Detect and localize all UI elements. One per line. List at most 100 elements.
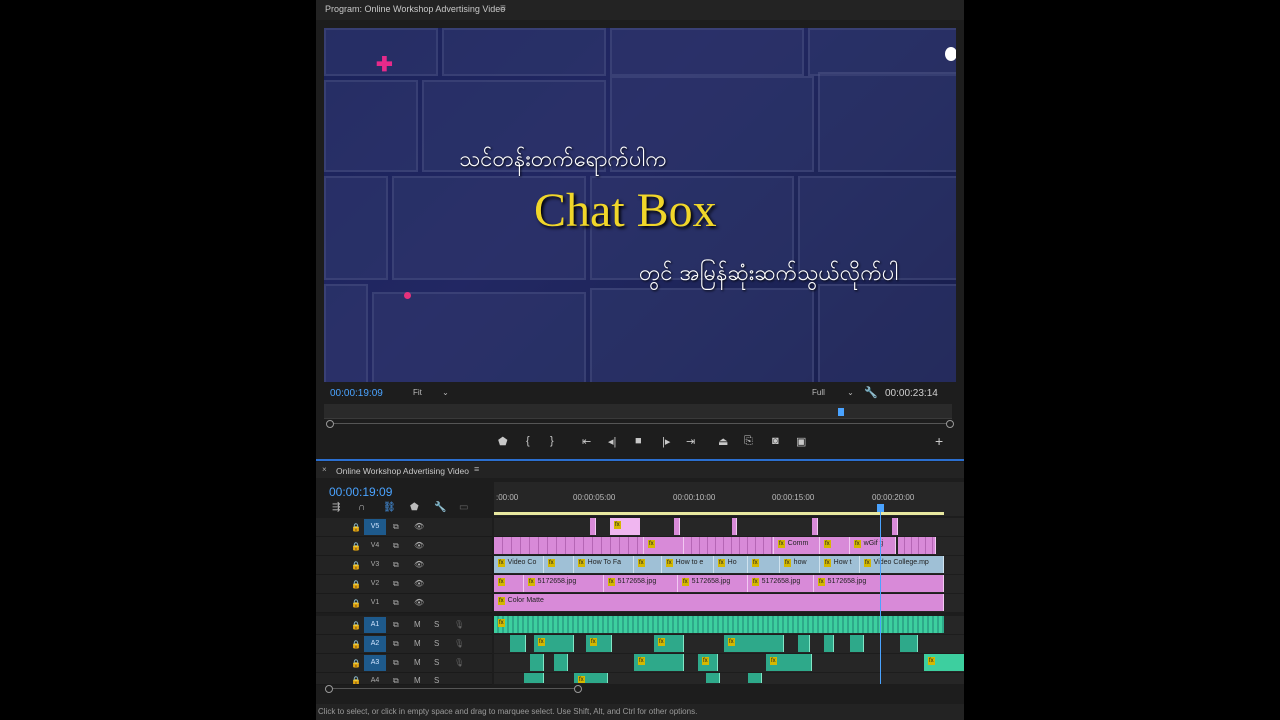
sync-lock-icon[interactable]: ⧉ [393,522,399,532]
solo-button[interactable]: S [434,639,439,648]
audio-clip[interactable] [798,635,810,652]
lock-icon[interactable]: 🔒 [351,659,361,668]
sync-lock-icon[interactable]: ⧉ [393,598,399,608]
clip[interactable] [674,518,680,535]
audio-clip[interactable]: fx [494,616,944,633]
lift-icon[interactable]: ⏏ [718,435,728,448]
clip[interactable]: fx how [780,556,820,573]
clip[interactable]: fx 5172658.jpg [814,575,944,592]
solo-button[interactable]: S [434,658,439,667]
extract-icon[interactable]: ⎘ [744,435,753,448]
mute-button[interactable]: M [414,620,421,629]
sync-lock-icon[interactable]: ⧉ [393,639,399,649]
audio-clip[interactable]: fx [586,635,612,652]
lane-v5[interactable]: fx [494,518,964,536]
add-marker-icon[interactable]: ⬟ [498,435,508,448]
audio-clip[interactable] [850,635,864,652]
audio-clip[interactable] [824,635,834,652]
clip[interactable]: fx Video Co [494,556,544,573]
track-target-a3[interactable]: A3 [364,655,386,671]
audio-clip[interactable] [554,654,568,671]
lane-a2[interactable]: fx fx fx fx [494,635,964,653]
eye-icon[interactable]: 👁 [414,541,424,550]
eye-icon[interactable]: 👁 [414,522,424,531]
timeline-menu-icon[interactable]: ≡ [474,464,479,474]
sync-lock-icon[interactable]: ⧉ [393,541,399,551]
audio-clip[interactable] [510,635,526,652]
lane-a3[interactable]: fx fx fx fx [494,654,964,672]
clip[interactable]: fx Color Matte [494,594,944,611]
insert-nest-icon[interactable]: ⇶ [332,502,340,513]
eye-icon[interactable]: 👁 [414,560,424,569]
lane-a1[interactable]: fx [494,616,964,634]
step-forward-icon[interactable]: |▸ [662,435,670,448]
work-area-bar[interactable] [494,512,944,515]
clip[interactable]: fx [644,537,684,554]
scroll-handle-left[interactable] [325,685,333,693]
track-target-v1[interactable]: V1 [364,595,386,611]
track-area[interactable]: 🔒 V5 ⧉ 👁 🔒 V4 ⧉ 👁 🔒 V3 ⧉ 👁 🔒 V2 ⧉ 👁 🔒 V1… [316,516,964,685]
clip[interactable] [892,518,898,535]
lane-v4[interactable]: fx fx Comm fx fx wGif tj [494,537,964,555]
clip[interactable] [684,537,774,554]
scroll-handle-left[interactable] [326,420,334,428]
program-monitor-title[interactable]: Program: Online Workshop Advertising Vid… [325,4,505,14]
clip[interactable] [494,537,644,554]
lock-icon[interactable]: 🔒 [351,542,361,551]
panel-divider[interactable] [316,459,964,461]
program-playhead[interactable] [838,408,844,416]
mark-out-icon[interactable]: } [550,435,554,447]
clip[interactable]: fx How t [820,556,860,573]
scroll-handle-right[interactable] [574,685,582,693]
clip[interactable] [590,518,596,535]
clip[interactable]: fx How To Fa [574,556,634,573]
snap-magnet-icon[interactable]: ∩ [358,502,365,513]
zoom-scrollbar[interactable] [330,423,950,424]
clip[interactable]: fx [610,518,640,535]
zoom-level-select[interactable]: Fit ⌄ [413,388,449,397]
clip[interactable]: fx [748,556,780,573]
clip[interactable]: fx [634,556,662,573]
clip[interactable]: fx Video College.mp [860,556,944,573]
scroll-handle-right[interactable] [946,420,954,428]
track-target-a2[interactable]: A2 [364,636,386,652]
clip[interactable]: fx How to e [662,556,714,573]
eye-icon[interactable]: 👁 [414,598,424,607]
lane-v3[interactable]: fx Video Co fx fx How To Fa fx fx How to e … [494,556,964,574]
track-target-a1[interactable]: A1 [364,617,386,633]
program-time-ruler[interactable] [324,404,952,419]
timeline-timecode[interactable]: 00:00:19:09 [329,485,392,499]
button-editor-add-icon[interactable]: + [935,433,943,449]
audio-clip[interactable]: fx [654,635,684,652]
track-target-v3[interactable]: V3 [364,557,386,573]
clip[interactable] [732,518,737,535]
lane-v1[interactable]: fx Color Matte [494,594,964,612]
mute-button[interactable]: M [414,639,421,648]
clip[interactable]: fx [544,556,574,573]
playback-resolution-select[interactable]: Full ⌄ [812,388,854,397]
lock-icon[interactable]: 🔒 [351,561,361,570]
audio-clip[interactable] [524,673,544,683]
lock-icon[interactable]: 🔒 [351,523,361,532]
sync-lock-icon[interactable]: ⧉ [393,676,399,684]
mark-in-icon[interactable]: { [526,435,530,447]
sync-lock-icon[interactable]: ⧉ [393,658,399,668]
settings-wrench-icon[interactable]: 🔧 [864,386,878,399]
audio-clip[interactable] [530,654,544,671]
audio-clip[interactable]: fx [698,654,718,671]
sync-lock-icon[interactable]: ⧉ [393,579,399,589]
audio-clip[interactable] [706,673,720,683]
track-target-v4[interactable]: V4 [364,538,386,554]
clip[interactable]: fx 5172658.jpg [678,575,748,592]
audio-clip[interactable]: fx [924,654,964,671]
program-current-timecode[interactable]: 00:00:19:09 [330,388,383,399]
timeline-settings-wrench-icon[interactable]: 🔧 [434,502,446,513]
clip[interactable]: fx Comm [774,537,820,554]
captions-icon[interactable]: ▭ [459,502,468,513]
panel-menu-icon[interactable]: ≡ [500,3,506,14]
track-target-v2[interactable]: V2 [364,576,386,592]
clip[interactable]: fx [494,575,524,592]
add-marker-icon[interactable]: ⬟ [410,502,419,513]
timeline-tab-title[interactable]: Online Workshop Advertising Video [336,466,469,476]
mute-button[interactable]: M [414,676,421,684]
